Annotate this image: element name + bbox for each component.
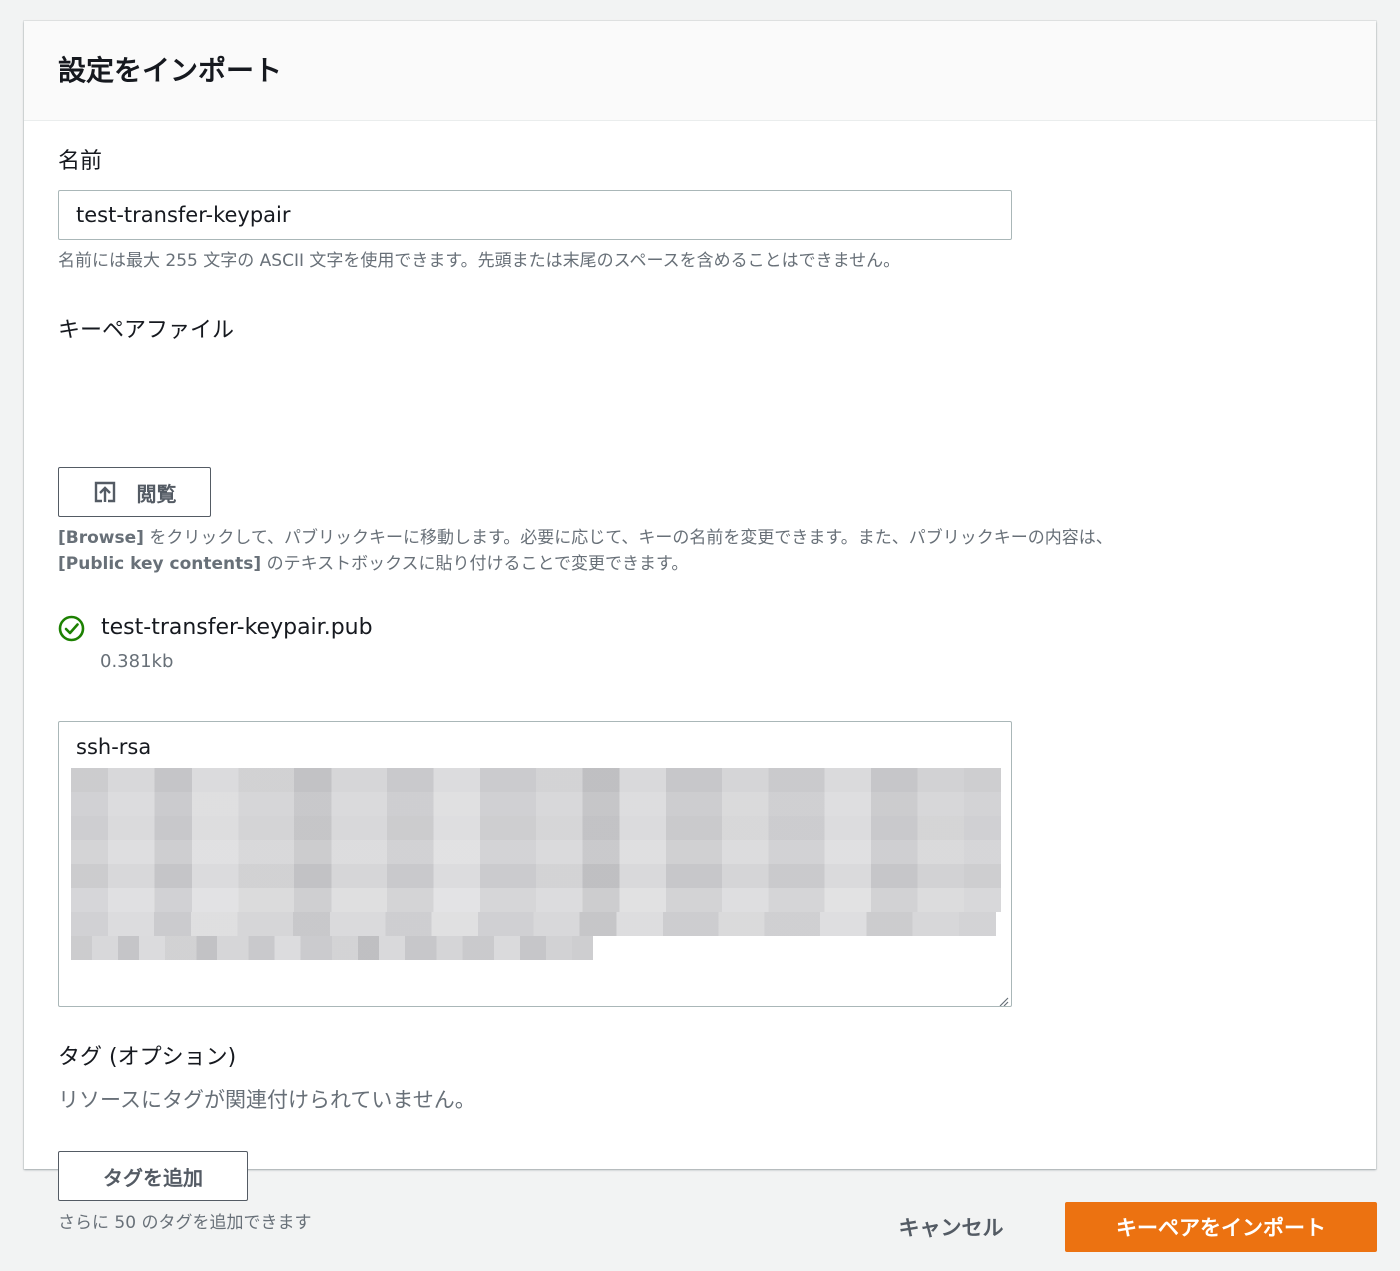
selected-file: test-transfer-keypair.pub xyxy=(58,613,373,643)
name-input[interactable] xyxy=(58,190,1012,240)
redacted-key-content xyxy=(71,768,1001,964)
import-key-pair-button[interactable]: キーペアをインポート xyxy=(1065,1202,1377,1252)
cancel-button[interactable]: キャンセル xyxy=(870,1202,1032,1252)
panel-header: 設定をインポート xyxy=(24,21,1376,121)
add-tag-button[interactable]: タグを追加 xyxy=(58,1151,248,1201)
hint-text-1: をクリックして、パブリックキーに移動します。必要に応じて、キーの名前を変更できま… xyxy=(143,528,1113,548)
upload-icon xyxy=(93,480,117,504)
file-size: 0.381kb xyxy=(100,651,174,672)
hint-browse-term: [Browse] xyxy=(58,528,144,548)
panel-title: 設定をインポート xyxy=(58,54,283,87)
browse-button[interactable]: 閲覧 xyxy=(58,467,211,517)
key-file-label: キーペアファイル xyxy=(58,318,235,343)
name-hint: 名前には最大 255 文字の ASCII 文字を使用できます。先頭または末尾のス… xyxy=(58,251,901,271)
hint-text-2: のテキストボックスに貼り付けることで変更できます。 xyxy=(261,554,689,574)
name-label: 名前 xyxy=(58,149,103,174)
resize-handle-icon[interactable] xyxy=(997,992,1009,1006)
key-file-hint: [Browse] をクリックして、パブリックキーに移動します。必要に応じて、キー… xyxy=(58,525,1113,577)
import-settings-panel: 設定をインポート 名前 名前には最大 255 文字の ASCII 文字を使用でき… xyxy=(24,21,1376,1233)
hint-public-key-term: [Public key contents] xyxy=(58,554,262,574)
public-key-textarea[interactable]: ssh-rsa xyxy=(58,721,1012,1007)
form-footer: キャンセル キーペアをインポート xyxy=(0,1202,1400,1252)
public-key-prefix: ssh-rsa xyxy=(76,735,152,759)
tags-heading: タグ (オプション) xyxy=(58,1045,237,1070)
file-name: test-transfer-keypair.pub xyxy=(101,615,373,640)
check-circle-icon xyxy=(58,615,85,642)
browse-label: 閲覧 xyxy=(136,481,177,506)
tags-empty-message: リソースにタグが関連付けられていません。 xyxy=(58,1088,476,1112)
